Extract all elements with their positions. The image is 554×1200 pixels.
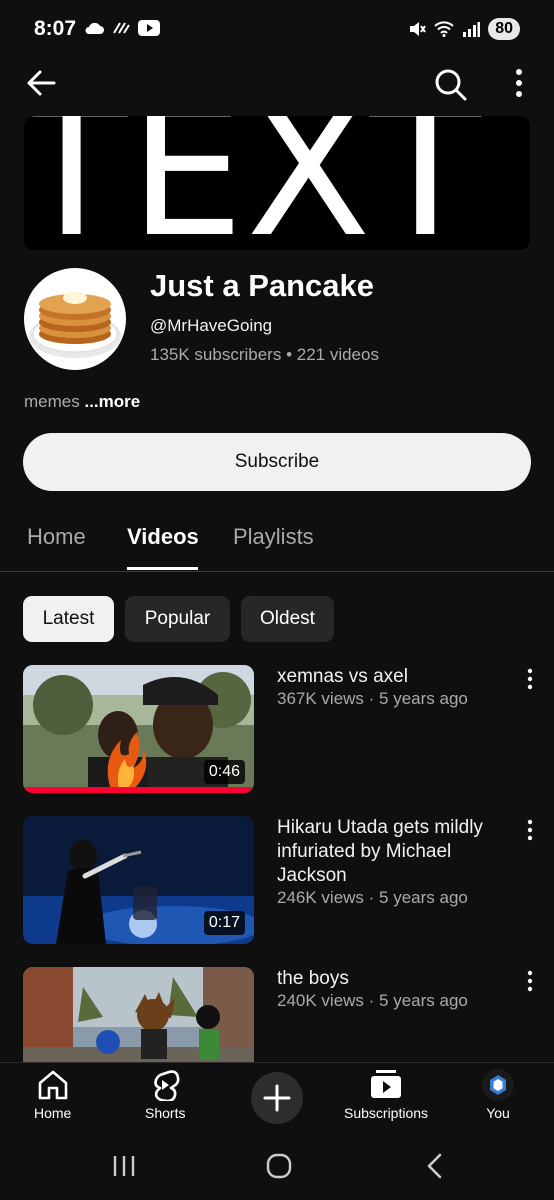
tab-home[interactable]: Home xyxy=(27,524,86,550)
top-app-bar xyxy=(0,60,554,106)
chip-oldest[interactable]: Oldest xyxy=(241,596,334,642)
plus-icon xyxy=(263,1084,291,1112)
video-meta: 240K views · 5 years ago xyxy=(277,991,468,1010)
system-navigation-bar xyxy=(0,1140,554,1200)
video-title[interactable]: xemnas vs axel xyxy=(277,665,507,689)
nav-subscriptions[interactable]: Subscriptions xyxy=(344,1069,428,1121)
search-icon[interactable] xyxy=(432,66,468,102)
channel-banner: TEXT xyxy=(24,116,530,250)
channel-description[interactable]: memes ...more xyxy=(24,392,140,412)
status-left-icons xyxy=(84,20,160,36)
chip-popular[interactable]: Popular xyxy=(125,596,230,642)
subscriptions-icon xyxy=(371,1070,402,1098)
channel-name: Just a Pancake xyxy=(150,268,375,303)
nav-shorts[interactable]: Shorts xyxy=(145,1069,185,1121)
recent-apps-icon[interactable] xyxy=(112,1154,136,1178)
video-item[interactable]: 0:46 xemnas vs axel 367K views · 5 years… xyxy=(0,665,554,793)
tab-videos[interactable]: Videos xyxy=(127,524,199,550)
channel-tabs: Home Videos Playlists xyxy=(0,510,554,572)
bottom-navigation: Home Shorts Subscriptions You xyxy=(0,1062,554,1140)
video-thumbnail[interactable]: 0:17 xyxy=(23,816,254,944)
battery-level: 80 xyxy=(488,18,520,40)
description-text: memes xyxy=(24,392,80,411)
video-title[interactable]: Hikaru Utada gets mildly infuriated by M… xyxy=(277,816,507,888)
video-thumbnail[interactable] xyxy=(23,967,254,1062)
status-time: 8:07 xyxy=(34,17,77,40)
back-system-icon[interactable] xyxy=(424,1152,444,1180)
nav-you[interactable]: You xyxy=(480,1069,516,1121)
mute-icon xyxy=(410,22,427,36)
shorts-icon xyxy=(154,1070,180,1101)
subscribe-button[interactable]: Subscribe xyxy=(23,433,531,491)
more-link[interactable]: ...more xyxy=(84,392,140,411)
chip-latest[interactable]: Latest xyxy=(23,596,114,642)
pancake-icon xyxy=(29,292,121,358)
video-item[interactable]: the boys 240K views · 5 years ago xyxy=(0,967,554,1062)
more-vert-icon[interactable] xyxy=(508,66,530,100)
nav-subscriptions-label: Subscriptions xyxy=(344,1105,429,1121)
nav-home[interactable]: Home xyxy=(34,1069,71,1121)
thumbnail-image xyxy=(23,967,254,1062)
no-signal-icon xyxy=(113,22,130,34)
wifi-icon xyxy=(434,21,454,37)
home-system-icon[interactable] xyxy=(265,1152,293,1180)
video-more-icon[interactable] xyxy=(522,969,538,993)
status-bar: 8:07 80 xyxy=(0,0,554,60)
nav-shorts-label: Shorts xyxy=(145,1105,186,1121)
tab-playlists[interactable]: Playlists xyxy=(233,524,314,550)
cloud-icon xyxy=(85,22,104,34)
video-item[interactable]: 0:17 Hikaru Utada gets mildly infuriated… xyxy=(0,816,554,944)
create-button[interactable] xyxy=(251,1072,303,1124)
cell-signal-icon xyxy=(463,22,481,37)
banner-text: TEXT xyxy=(24,116,483,250)
video-duration: 0:46 xyxy=(203,760,245,784)
video-meta: 367K views · 5 years ago xyxy=(277,689,468,708)
youtube-icon xyxy=(138,20,160,36)
account-avatar-icon xyxy=(482,1069,514,1101)
back-arrow-icon[interactable] xyxy=(24,66,58,100)
video-more-icon[interactable] xyxy=(522,818,538,842)
video-title[interactable]: the boys xyxy=(277,967,507,991)
nav-you-label: You xyxy=(486,1105,510,1121)
status-right-icons: 80 xyxy=(408,18,520,40)
channel-stats: 135K subscribers • 221 videos xyxy=(150,345,379,364)
channel-avatar[interactable] xyxy=(24,268,126,370)
video-more-icon[interactable] xyxy=(522,667,538,691)
home-icon xyxy=(38,1070,67,1100)
video-duration: 0:17 xyxy=(203,911,245,935)
active-tab-indicator xyxy=(127,567,198,570)
video-meta: 246K views · 5 years ago xyxy=(277,888,468,907)
nav-home-label: Home xyxy=(34,1105,72,1121)
channel-handle: @MrHaveGoing xyxy=(150,316,273,335)
video-thumbnail[interactable]: 0:46 xyxy=(23,665,254,793)
